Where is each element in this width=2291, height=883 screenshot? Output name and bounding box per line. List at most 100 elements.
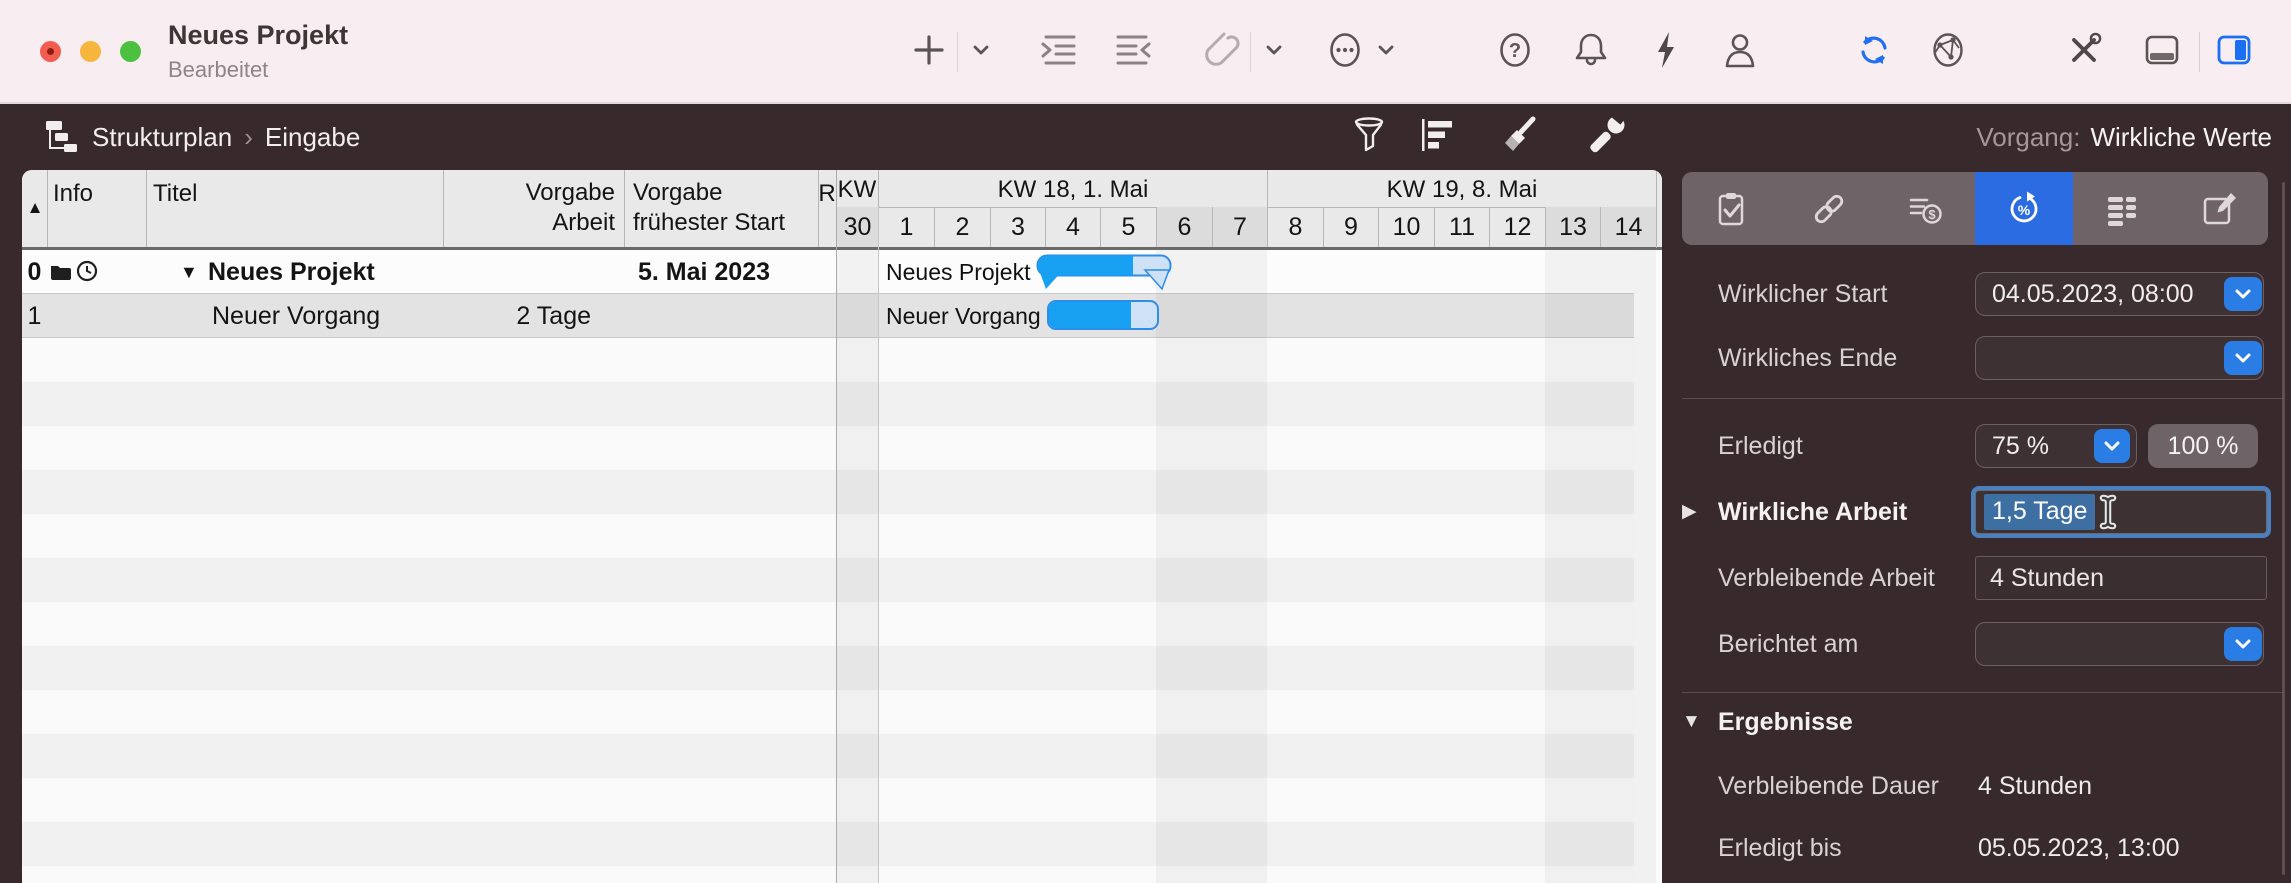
add-icon[interactable] — [907, 28, 951, 72]
row-stripes — [22, 338, 1634, 883]
user-icon[interactable] — [1718, 28, 1762, 72]
column-header-r[interactable]: R — [818, 180, 836, 208]
column-header-titel[interactable]: Titel — [153, 180, 197, 208]
tab-assignments[interactable] — [2073, 172, 2171, 245]
timeline-day[interactable]: 11 — [1434, 207, 1489, 247]
svg-text:?: ? — [1509, 40, 1521, 62]
weekend-shading — [1545, 250, 1656, 883]
task-title-cell[interactable]: Neuer Vorgang — [212, 294, 380, 338]
indent-left-icon[interactable] — [1112, 28, 1156, 72]
gantt-bar-label: Neuer Vorgang — [886, 294, 1041, 338]
wirkliches-ende-combo[interactable] — [1975, 336, 2264, 380]
tab-links[interactable] — [1780, 172, 1878, 245]
timeline-day[interactable]: 3 — [990, 207, 1045, 247]
column-border — [878, 207, 879, 883]
column-header-vorgabe-fruehester-start[interactable]: Vorgabe frühester Start — [633, 178, 785, 238]
app-window: Neues Projekt Bearbeitet ? — [0, 0, 2291, 883]
timeline-day[interactable]: 5 — [1100, 207, 1156, 247]
erledigt-dropdown-button[interactable] — [2094, 429, 2130, 463]
filter-funnel-icon[interactable] — [1347, 113, 1391, 157]
settings-tools-icon[interactable] — [2062, 28, 2106, 72]
berichtet-am-dropdown-button[interactable] — [2224, 627, 2262, 661]
set-100-percent-button[interactable]: 100 % — [2148, 424, 2258, 468]
bottom-panel-toggle-icon[interactable] — [2140, 28, 2184, 72]
tab-checklist[interactable] — [1682, 172, 1780, 245]
timeline-day[interactable]: 4 — [1045, 207, 1100, 247]
timeline-day[interactable]: 8 — [1267, 207, 1323, 247]
help-icon[interactable]: ? — [1493, 28, 1537, 72]
more-actions-chevron-icon[interactable] — [1374, 38, 1398, 62]
window-title: Neues Projekt — [168, 20, 348, 51]
wbs-structure-icon[interactable] — [44, 118, 80, 154]
timeline-day[interactable]: 10 — [1378, 207, 1434, 247]
gantt-summary-bar[interactable] — [1036, 254, 1172, 292]
wirklicher-start-dropdown-button[interactable] — [2224, 277, 2262, 311]
toolbar-divider — [2199, 32, 2200, 72]
timeline-day[interactable]: 2 — [934, 207, 990, 247]
indent-right-icon[interactable] — [1036, 28, 1080, 72]
add-menu-chevron-icon[interactable] — [969, 38, 993, 62]
tab-actual-values[interactable]: % — [1975, 172, 2073, 245]
berichtet-am-combo[interactable] — [1975, 622, 2264, 666]
fruehester-start-cell[interactable]: 5. Mai 2023 — [624, 250, 770, 294]
wirkliche-arbeit-disclosure[interactable]: ▶ — [1682, 490, 1697, 534]
settings-wrench-icon[interactable] — [1587, 113, 1631, 157]
zoom-button[interactable] — [120, 41, 141, 62]
wirkliches-ende-dropdown-button[interactable] — [2224, 341, 2262, 375]
task-title-cell[interactable]: Neues Projekt — [208, 250, 375, 294]
gantt-bar-label: Neues Projekt — [886, 250, 1030, 294]
notifications-bell-icon[interactable] — [1569, 28, 1613, 72]
column-border — [624, 170, 625, 247]
breadcrumb-root[interactable]: Strukturplan — [92, 122, 232, 152]
ergebnisse-disclosure[interactable]: ▼ — [1682, 700, 1701, 744]
gantt-task-bar[interactable] — [1047, 300, 1159, 330]
toolbar-divider — [1250, 32, 1251, 72]
close-button[interactable] — [40, 41, 61, 62]
breadcrumb-current[interactable]: Eingabe — [265, 122, 360, 152]
column-header-info[interactable]: Info — [53, 180, 93, 208]
column-header-vorgabe-arbeit[interactable]: Vorgabe Arbeit — [443, 178, 615, 238]
tab-finances[interactable]: $ — [1877, 172, 1975, 245]
selected-text: 1,5 Tage — [1984, 494, 2095, 530]
verbleibende-arbeit-input[interactable]: 4 Stunden — [1975, 556, 2267, 600]
more-actions-icon[interactable] — [1323, 28, 1367, 72]
svg-text:$: $ — [1929, 207, 1937, 222]
attachment-menu-chevron-icon[interactable] — [1262, 38, 1286, 62]
timeline-day[interactable]: 30 — [836, 207, 878, 247]
tab-notes[interactable] — [2170, 172, 2268, 245]
network-globe-icon[interactable] — [1926, 28, 1970, 72]
timeline-day[interactable]: 14 — [1600, 207, 1656, 247]
project-folder-icon — [49, 261, 71, 283]
timeline-week-header[interactable]: KW 18, 1. Mai — [878, 170, 1267, 207]
toolbar-divider — [957, 32, 958, 72]
scheduled-clock-icon — [76, 260, 98, 282]
wirklicher-start-value: 04.05.2023, 08:00 — [1976, 273, 2263, 315]
vorgabe-arbeit-cell[interactable]: 2 Tage — [443, 294, 591, 338]
minimize-button[interactable] — [80, 41, 101, 62]
table-gantt-splitter[interactable] — [836, 170, 837, 883]
right-panel-toggle-icon[interactable] — [2212, 28, 2256, 72]
attachment-paperclip-icon[interactable] — [1198, 28, 1242, 72]
column-border — [47, 170, 48, 247]
erledigt-bis-value: 05.05.2023, 13:00 — [1978, 826, 2180, 870]
inspector-scrollbar[interactable] — [2282, 182, 2285, 875]
outline-view-icon[interactable] — [1416, 113, 1460, 157]
timeline-day[interactable]: 7 — [1212, 207, 1267, 247]
timeline-week-header[interactable]: KW 19, 8. Mai — [1267, 170, 1656, 207]
sync-icon[interactable] — [1852, 28, 1896, 72]
context-title: Vorgang:Wirkliche Werte — [1976, 104, 2272, 170]
weekend-shading — [836, 250, 878, 883]
sort-indicator[interactable]: ▲ — [24, 198, 46, 218]
timeline-day[interactable]: 1 — [878, 207, 934, 247]
timeline-day[interactable]: 6 — [1156, 207, 1212, 247]
timeline-day[interactable]: 9 — [1323, 207, 1378, 247]
timeline-partial-week[interactable]: KW — [836, 170, 878, 207]
wirklicher-start-combo[interactable]: 04.05.2023, 08:00 — [1975, 272, 2264, 316]
wirkliche-arbeit-input[interactable]: 1,5 Tage — [1975, 490, 2267, 534]
style-brush-icon[interactable] — [1498, 113, 1542, 157]
text-cursor-ibeam — [2096, 494, 2120, 530]
lightning-icon[interactable] — [1644, 28, 1688, 72]
timeline-day[interactable]: 12 — [1489, 207, 1545, 247]
timeline-day[interactable]: 13 — [1545, 207, 1600, 247]
disclosure-triangle[interactable]: ▼ — [180, 250, 198, 294]
